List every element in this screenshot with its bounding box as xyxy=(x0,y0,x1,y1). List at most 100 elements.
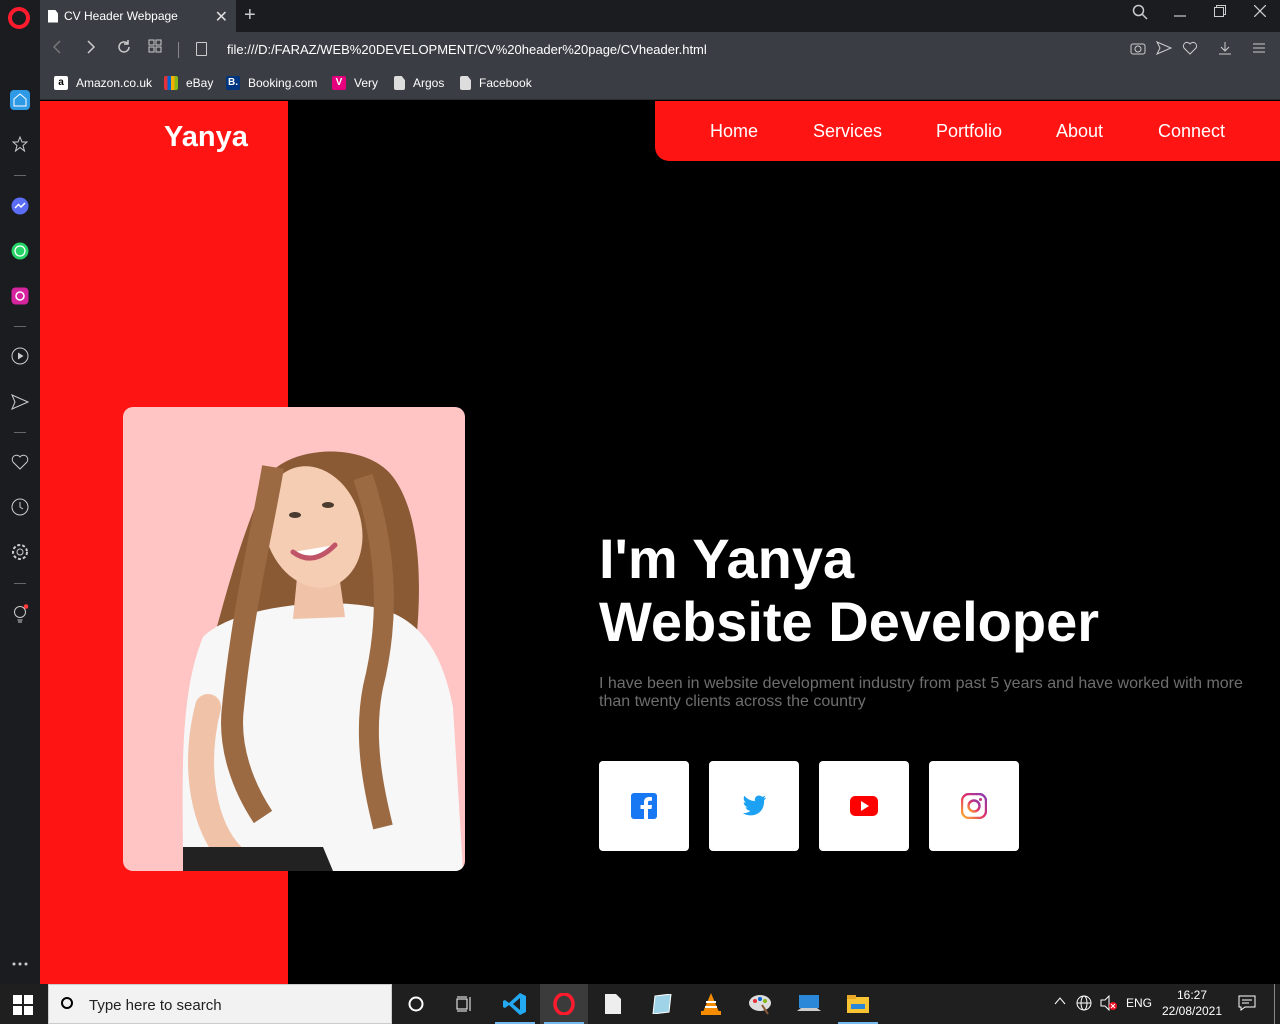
snipping-tool-icon[interactable] xyxy=(638,984,686,1024)
instagram-icon[interactable] xyxy=(10,286,30,306)
lightbulb-icon[interactable] xyxy=(10,604,30,624)
browser-sidebar xyxy=(0,32,40,984)
bookmark-very[interactable]: V Very xyxy=(332,76,378,90)
facebook-button[interactable] xyxy=(599,761,689,851)
send-icon[interactable] xyxy=(10,392,30,412)
clock-time: 16:27 xyxy=(1176,988,1208,1002)
windows-start-icon[interactable] xyxy=(13,995,33,1015)
divider xyxy=(14,583,26,584)
heart-icon[interactable] xyxy=(10,452,30,472)
bookmark-argos[interactable]: Argos xyxy=(394,76,444,90)
youtube-button[interactable] xyxy=(819,761,909,851)
show-hidden-icons-icon[interactable] xyxy=(1054,995,1066,1010)
main-nav: Home Services Portfolio About Connect xyxy=(655,101,1280,161)
show-desktop-button[interactable] xyxy=(1274,984,1275,1024)
language-indicator[interactable]: ENG xyxy=(1126,996,1152,1010)
opera-logo-icon[interactable] xyxy=(8,7,30,29)
browser-tab[interactable]: CV Header Webpage ✕ xyxy=(40,0,236,32)
facebook-icon xyxy=(631,793,657,819)
bookmark-amazon[interactable]: a Amazon.co.uk xyxy=(54,76,152,90)
url-field[interactable]: file:///D:/FARAZ/WEB%20DEVELOPMENT/CV%20… xyxy=(227,42,707,57)
history-clock-icon[interactable] xyxy=(10,497,30,517)
taskbar-search-box[interactable]: Type here to search xyxy=(48,984,392,1024)
page-info-icon[interactable] xyxy=(196,42,207,56)
divider xyxy=(14,432,26,433)
cortana-icon[interactable] xyxy=(392,984,440,1024)
clock-date: 22/08/2021 xyxy=(1161,1004,1223,1018)
site-logo[interactable]: Yanya xyxy=(164,121,248,154)
star-icon[interactable] xyxy=(10,134,30,154)
heart-icon[interactable] xyxy=(1182,41,1198,58)
volume-muted-icon[interactable] xyxy=(1100,994,1118,1014)
bookmark-ebay[interactable]: eBay xyxy=(164,76,213,90)
settings-gear-icon[interactable] xyxy=(10,542,30,562)
hero-title: I'm Yanya Website Developer xyxy=(599,527,1099,653)
divider xyxy=(178,42,179,58)
speed-dial-grid-icon[interactable] xyxy=(148,39,162,58)
bookmark-booking[interactable]: B. Booking.com xyxy=(226,76,317,90)
nav-portfolio[interactable]: Portfolio xyxy=(936,121,1002,142)
snapshot-icon[interactable] xyxy=(1130,41,1146,58)
remote-desktop-icon[interactable] xyxy=(785,984,833,1024)
bookmark-label: Very xyxy=(354,76,379,90)
player-icon[interactable] xyxy=(10,346,30,366)
download-icon[interactable] xyxy=(1218,41,1232,58)
forward-icon[interactable] xyxy=(86,39,96,60)
bookmark-label: Facebook xyxy=(479,76,532,90)
home-icon[interactable] xyxy=(10,90,30,110)
document-icon xyxy=(394,76,405,90)
bookmark-label: Booking.com xyxy=(248,76,318,90)
whatsapp-icon[interactable] xyxy=(10,241,30,261)
divider xyxy=(14,326,26,327)
reload-icon[interactable] xyxy=(116,39,132,60)
restore-icon[interactable] xyxy=(1200,4,1240,22)
search-placeholder: Type here to search xyxy=(89,997,222,1014)
vlc-icon[interactable] xyxy=(687,984,735,1024)
instagram-icon xyxy=(961,793,987,819)
messenger-icon[interactable] xyxy=(10,196,30,216)
bookmarks-bar: a Amazon.co.uk eBay B. Booking.com V Ver… xyxy=(40,68,1280,100)
nav-connect[interactable]: Connect xyxy=(1158,121,1225,142)
network-globe-icon[interactable] xyxy=(1076,995,1092,1014)
nav-about[interactable]: About xyxy=(1056,121,1103,142)
taskbar-clock[interactable]: 16:27 22/08/2021 xyxy=(1160,987,1224,1019)
action-center-icon[interactable] xyxy=(1238,995,1256,1014)
instagram-button[interactable] xyxy=(929,761,1019,851)
browser-titlebar: CV Header Webpage ✕ + xyxy=(0,0,1280,32)
bookmark-label: Amazon.co.uk xyxy=(76,76,153,90)
notepad-icon[interactable] xyxy=(589,984,637,1024)
tab-title: CV Header Webpage xyxy=(64,9,178,23)
back-icon[interactable] xyxy=(52,39,62,60)
address-bar: file:///D:/FARAZ/WEB%20DEVELOPMENT/CV%20… xyxy=(40,32,1280,68)
hero-name-line: I'm Yanya xyxy=(599,527,855,590)
search-icon xyxy=(61,997,73,1009)
twitter-icon xyxy=(742,795,766,816)
vscode-icon[interactable] xyxy=(491,984,539,1024)
task-view-icon[interactable] xyxy=(440,984,488,1024)
document-icon xyxy=(48,9,58,23)
close-window-icon[interactable] xyxy=(1240,4,1280,22)
cv-header-page: Yanya Home Services Portfolio About Conn… xyxy=(40,101,1280,984)
amazon-icon: a xyxy=(54,76,68,90)
windows-taskbar: Type here to search ENG 16:27 22/08/2021 xyxy=(0,984,1280,1024)
hero-role-line: Website Developer xyxy=(599,590,1100,653)
opera-taskbar-icon[interactable] xyxy=(540,984,588,1024)
search-tabs-icon[interactable] xyxy=(1120,4,1160,25)
nav-home[interactable]: Home xyxy=(710,121,758,142)
youtube-icon xyxy=(850,796,878,816)
paint-icon[interactable] xyxy=(736,984,784,1024)
twitter-button[interactable] xyxy=(709,761,799,851)
document-icon xyxy=(460,76,471,90)
more-options-icon[interactable] xyxy=(10,954,30,974)
nav-services[interactable]: Services xyxy=(813,121,882,142)
new-tab-button[interactable]: + xyxy=(244,4,256,27)
very-icon: V xyxy=(332,76,346,90)
send-icon[interactable] xyxy=(1155,41,1173,58)
tab-close-button[interactable]: ✕ xyxy=(215,7,228,27)
minimize-icon[interactable] xyxy=(1160,4,1200,25)
hero-description: I have been in website development indus… xyxy=(599,675,1243,710)
bookmark-facebook[interactable]: Facebook xyxy=(460,76,532,90)
bookmark-label: eBay xyxy=(186,76,214,90)
easy-setup-icon[interactable] xyxy=(1252,41,1266,58)
file-explorer-icon[interactable] xyxy=(834,984,882,1024)
